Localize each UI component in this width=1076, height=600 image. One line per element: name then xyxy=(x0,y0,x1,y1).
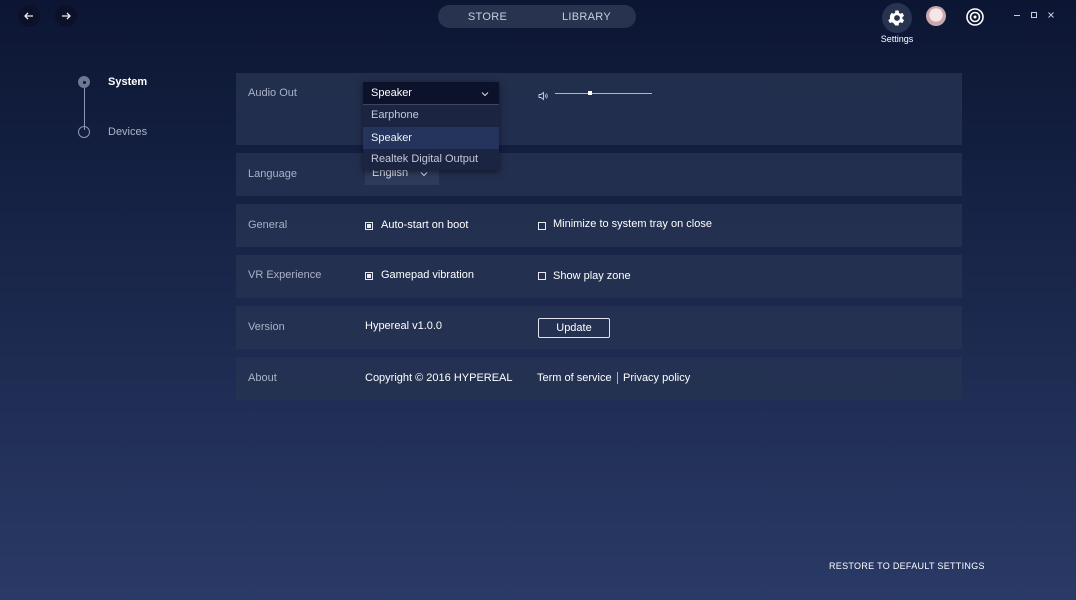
privacy-policy-link[interactable]: Privacy policy xyxy=(623,372,690,384)
chevron-down-icon xyxy=(481,92,489,97)
tab-store[interactable]: STORE xyxy=(438,11,537,23)
dropdown-option-earphone[interactable]: Earphone xyxy=(363,104,499,126)
sidebar-dot-system xyxy=(78,76,90,88)
avatar[interactable] xyxy=(926,6,946,26)
general-panel: General Auto-start on boot Minimize to s… xyxy=(236,204,962,247)
tab-library[interactable]: LIBRARY xyxy=(537,11,636,23)
gamepad-vibration-checkbox[interactable] xyxy=(365,272,373,280)
minimize-button[interactable] xyxy=(1011,9,1023,21)
update-button[interactable]: Update xyxy=(538,318,610,338)
audio-out-value: Speaker xyxy=(371,87,412,99)
show-play-zone-checkbox[interactable] xyxy=(538,272,546,280)
version-panel: Version Hypereal v1.0.0 Update xyxy=(236,306,962,349)
back-button[interactable] xyxy=(18,5,40,27)
language-panel: Language xyxy=(236,153,962,196)
close-icon xyxy=(1048,12,1054,18)
sidebar-item-system[interactable]: System xyxy=(108,76,147,88)
version-label: Version xyxy=(248,321,285,333)
restore-defaults-button[interactable]: RESTORE TO DEFAULT SETTINGS xyxy=(829,561,985,571)
audio-out-select[interactable]: Speaker xyxy=(363,82,499,105)
maximize-button[interactable] xyxy=(1028,9,1040,21)
speaker-icon xyxy=(538,88,548,101)
audio-out-label: Audio Out xyxy=(248,87,297,99)
vr-experience-label: VR Experience xyxy=(248,269,322,281)
close-button[interactable] xyxy=(1045,9,1057,21)
auto-start-checkbox[interactable] xyxy=(365,222,373,230)
audio-out-panel: Audio Out xyxy=(236,73,962,145)
show-play-zone-label: Show play zone xyxy=(553,270,631,282)
minimize-tray-label: Minimize to system tray on close xyxy=(553,218,712,230)
vr-experience-panel: VR Experience Gamepad vibration Show pla… xyxy=(236,255,962,298)
copyright-text: Copyright © 2016 HYPEREAL xyxy=(365,372,513,384)
audio-out-dropdown[interactable]: Speaker Earphone Speaker Realtek Digital… xyxy=(363,82,499,170)
settings-button[interactable] xyxy=(882,3,912,33)
minimize-icon xyxy=(1014,15,1020,16)
volume-slider-handle[interactable] xyxy=(588,91,592,95)
maximize-icon xyxy=(1031,12,1037,18)
forward-button[interactable] xyxy=(55,5,77,27)
settings-label: Settings xyxy=(880,34,914,44)
arrow-left-icon xyxy=(24,12,33,20)
dropdown-option-speaker[interactable]: Speaker xyxy=(363,127,499,149)
link-separator xyxy=(617,372,618,384)
gear-icon xyxy=(888,10,905,26)
arrow-right-icon xyxy=(62,12,71,20)
gamepad-vibration-label: Gamepad vibration xyxy=(381,269,474,281)
volume-slider[interactable] xyxy=(555,93,652,94)
auto-start-label: Auto-start on boot xyxy=(381,219,469,231)
sidebar-connector xyxy=(84,88,85,130)
version-value: Hypereal v1.0.0 xyxy=(365,320,443,332)
general-label: General xyxy=(248,219,288,231)
dropdown-option-realtek[interactable]: Realtek Digital Output xyxy=(363,148,499,170)
chevron-down-icon xyxy=(420,172,428,177)
language-label: Language xyxy=(248,168,297,180)
sidebar-dot-devices xyxy=(78,126,90,138)
minimize-tray-checkbox[interactable] xyxy=(538,222,546,230)
about-panel: About Copyright © 2016 HYPEREAL Term of … xyxy=(236,357,962,400)
about-label: About xyxy=(248,372,277,384)
terms-of-service-link[interactable]: Term of service xyxy=(537,372,612,384)
top-navigation: STORE LIBRARY xyxy=(438,5,636,28)
hypereal-logo-icon[interactable] xyxy=(965,7,985,27)
sidebar-item-devices[interactable]: Devices xyxy=(108,126,147,138)
